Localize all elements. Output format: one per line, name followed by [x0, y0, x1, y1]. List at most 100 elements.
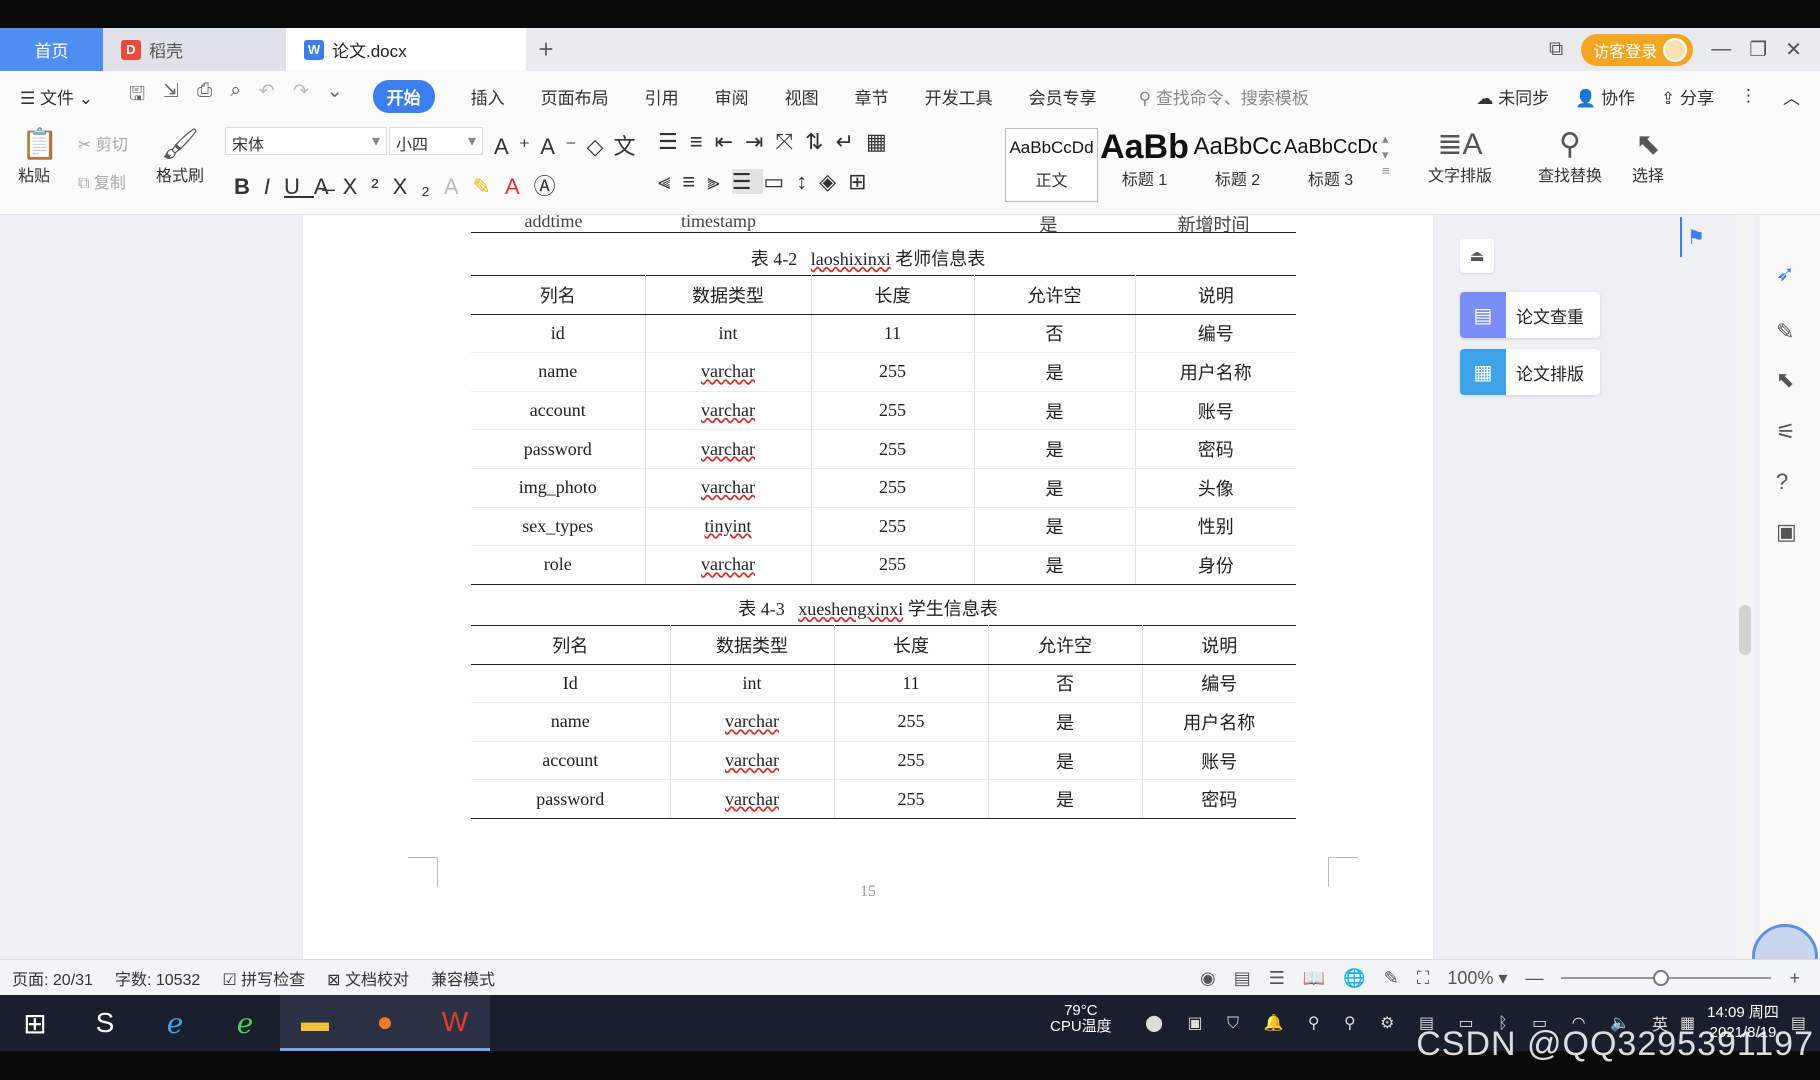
undo-icon[interactable]: ↶	[259, 80, 275, 112]
table-icon[interactable]: ▦	[866, 129, 899, 154]
align-center-icon[interactable]: ≡	[682, 169, 707, 194]
sliders-icon[interactable]: ⚟	[1776, 419, 1796, 445]
write-view-icon[interactable]: ✎	[1384, 968, 1399, 989]
zoom-in-icon[interactable]: +	[1789, 968, 1800, 989]
ie-browser-icon[interactable]: ℯ	[140, 995, 210, 1051]
spell-check-button[interactable]: ☑ 拼写检查	[222, 966, 305, 990]
scrollbar-thumb[interactable]	[1739, 605, 1751, 655]
web-view-icon[interactable]: 🌐	[1343, 968, 1365, 989]
app-s-icon[interactable]: S	[70, 995, 140, 1051]
char-border-icon[interactable]: Ⓐ	[534, 174, 570, 199]
format-painter-button[interactable]: 🖌 格式刷	[152, 127, 208, 186]
style-heading-2[interactable]: AaBbCc 标题 2	[1191, 128, 1284, 202]
fit-page-icon[interactable]: ⛶	[1417, 968, 1430, 989]
bullet-list-icon[interactable]: ☰	[658, 129, 690, 154]
export-icon[interactable]: ⇲	[163, 80, 179, 112]
text-effect-icon[interactable]: A	[444, 174, 473, 199]
tab-home[interactable]: 首页	[0, 28, 103, 71]
browser-icon[interactable]: ℯ	[210, 995, 280, 1051]
justify-icon[interactable]: ☰	[731, 169, 764, 194]
rocket-icon[interactable]: ➶	[1776, 261, 1794, 287]
menu-review[interactable]: 审阅	[715, 84, 749, 109]
shading-icon[interactable]: ◈	[819, 169, 848, 194]
align-right-icon[interactable]: ⫸	[707, 169, 731, 194]
new-tab-button[interactable]: +	[526, 28, 566, 71]
zoom-slider[interactable]	[1561, 970, 1772, 986]
windows-start-icon[interactable]: ⊞	[0, 995, 70, 1051]
font-size-tools[interactable]: A⁺A⁻◇文	[494, 129, 646, 161]
font-size-select[interactable]: 小四 ▾	[389, 127, 483, 155]
menu-member[interactable]: 会员专享	[1029, 84, 1097, 109]
paper-format-button[interactable]: ▦ 论文排版	[1460, 349, 1600, 395]
menu-file[interactable]: ☰ 文件 ⌄	[20, 84, 93, 109]
pen-icon[interactable]: ✎	[1776, 319, 1794, 345]
visitor-login-button[interactable]: 访客登录	[1581, 33, 1694, 66]
side-panel-collapse-button[interactable]: ⏏	[1460, 239, 1494, 273]
shrink-font-icon[interactable]: A⁻	[540, 134, 586, 159]
grow-font-icon[interactable]: A⁺	[494, 134, 540, 159]
location-pin-icon[interactable]: ⚑	[1680, 217, 1710, 257]
print-icon[interactable]: ⎙	[197, 80, 212, 112]
chat-app-icon[interactable]: ●	[350, 995, 420, 1051]
show-marks-icon[interactable]: ↵	[836, 129, 866, 154]
find-replace-button[interactable]: ⚲ 查找替换	[1524, 127, 1616, 186]
style-normal[interactable]: AaBbCcDd 正文	[1005, 128, 1098, 202]
italic-icon[interactable]: I	[264, 174, 284, 199]
preview-icon[interactable]: ⌕	[230, 80, 241, 112]
copy-button[interactable]: ⧉ 复制	[78, 169, 126, 193]
file-explorer-icon[interactable]: ▬	[280, 995, 350, 1051]
style-heading-1[interactable]: AaBb 标题 1	[1098, 128, 1191, 202]
window-layout-icon[interactable]: ⧉	[1549, 38, 1563, 61]
share-button[interactable]: ⇪ 分享	[1661, 84, 1714, 109]
page-view-icon[interactable]: ▤	[1234, 968, 1251, 989]
paste-button[interactable]: 📋 粘贴	[18, 127, 62, 186]
style-heading-3[interactable]: AaBbCcDd 标题 3	[1284, 128, 1377, 202]
paper-check-button[interactable]: ▤ 论文查重	[1460, 292, 1600, 338]
vertical-scrollbar[interactable]	[1736, 215, 1754, 959]
text-layout-button[interactable]: ≣A 文字排版	[1418, 127, 1502, 186]
save-icon[interactable]: 🖫	[129, 80, 145, 112]
highlight-icon[interactable]: ✎	[473, 174, 505, 199]
wps-writer-icon[interactable]: W	[420, 995, 490, 1051]
chinese-layout-icon[interactable]: ⤧	[775, 129, 805, 154]
pointer-icon[interactable]: ⬉	[1776, 367, 1794, 393]
increase-indent-icon[interactable]: ⇥	[745, 129, 775, 154]
font-color-icon[interactable]: A	[505, 174, 534, 199]
select-button[interactable]: ⬉ 选择	[1620, 127, 1676, 186]
tab-document[interactable]: W 论文.docx	[286, 28, 526, 71]
sort-icon[interactable]: ⇅	[805, 129, 835, 154]
word-count[interactable]: 字数: 10532	[115, 966, 200, 990]
document-page[interactable]: addtime timestamp 是 新增时间 表 4-2 laoshixin…	[303, 215, 1433, 959]
doc-proof-button[interactable]: ⊠ 文档校对	[327, 966, 409, 990]
menu-insert[interactable]: 插入	[471, 84, 505, 109]
zoom-slider-knob[interactable]	[1653, 970, 1670, 986]
collapse-ribbon-icon[interactable]: ︿	[1783, 84, 1800, 109]
collab-button[interactable]: 👤 协作	[1575, 84, 1635, 109]
more-icon[interactable]: ⌄	[327, 80, 343, 112]
image-icon[interactable]: ▣	[1776, 519, 1797, 545]
borders-icon[interactable]: ⊞	[848, 169, 878, 194]
outline-view-icon[interactable]: ☰	[1269, 968, 1285, 989]
strikethrough-icon[interactable]: A̶	[314, 174, 343, 199]
font-name-select[interactable]: 宋体 ▾	[225, 127, 387, 155]
align-left-icon[interactable]: ⫷	[658, 169, 682, 194]
command-search[interactable]: ⚲ 查找命令、搜索模板	[1139, 84, 1309, 109]
line-spacing-icon[interactable]: ↕	[796, 169, 819, 194]
superscript-icon[interactable]: X²	[343, 174, 393, 199]
decrease-indent-icon[interactable]: ⇤	[715, 129, 745, 154]
page-indicator[interactable]: 页面: 20/31	[12, 966, 93, 990]
bold-icon[interactable]: B	[234, 174, 264, 199]
more-options-icon[interactable]: ⋮	[1740, 86, 1757, 106]
numbered-list-icon[interactable]: ≡	[690, 129, 715, 154]
menu-page-layout[interactable]: 页面布局	[541, 84, 609, 109]
distribute-icon[interactable]: ▭	[763, 169, 796, 194]
styles-scroll[interactable]: ▴ ▾ ≡	[1382, 131, 1390, 179]
help-icon[interactable]: ?	[1776, 469, 1788, 495]
clear-format-icon[interactable]: ◇	[587, 134, 614, 159]
read-view-icon[interactable]: 📖	[1303, 968, 1325, 989]
close-icon[interactable]: ✕	[1785, 37, 1802, 62]
tab-daoke[interactable]: D 稻壳	[103, 28, 286, 71]
menu-chapter[interactable]: 章节	[855, 84, 889, 109]
sync-button[interactable]: ☁ 未同步	[1476, 84, 1549, 109]
restore-icon[interactable]: ❐	[1749, 37, 1767, 62]
